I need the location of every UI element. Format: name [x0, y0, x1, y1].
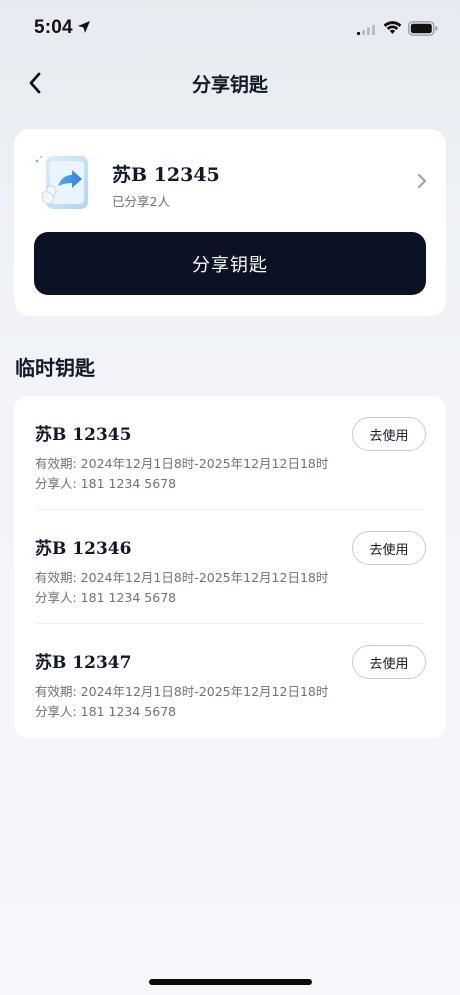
key-card-header[interactable]: 苏B 12345 已分享2人	[14, 129, 446, 229]
item-sharer: 分享人: 181 1234 5678	[35, 704, 177, 719]
use-button[interactable]: 去使用	[352, 417, 426, 451]
status-bar: 5:04	[0, 0, 460, 58]
list-item: 苏B 12347 有效期: 2024年12月1日8时-2025年12月12日18…	[14, 624, 446, 738]
list-item: 苏B 12346 有效期: 2024年12月1日8时-2025年12月12日18…	[14, 510, 446, 624]
item-validity: 有效期: 2024年12月1日8时-2025年12月12日18时	[35, 570, 329, 585]
item-sharer: 分享人: 181 1234 5678	[35, 590, 177, 605]
location-arrow-icon	[78, 21, 90, 33]
item-plate: 苏B 12345	[35, 425, 132, 445]
key-card: 苏B 12345 已分享2人 分享钥匙	[14, 129, 446, 316]
use-button[interactable]: 去使用	[352, 531, 426, 565]
wifi-icon	[383, 21, 402, 34]
use-button[interactable]: 去使用	[352, 645, 426, 679]
nav-bar: 分享钥匙	[0, 58, 460, 108]
share-key-button[interactable]: 分享钥匙	[34, 232, 426, 295]
item-plate: 苏B 12346	[35, 539, 132, 559]
plate-number: 苏B 12345	[112, 164, 220, 186]
shared-count: 已分享2人	[112, 194, 170, 209]
chevron-right-icon	[417, 173, 427, 189]
item-validity: 有效期: 2024年12月1日8时-2025年12月12日18时	[35, 684, 329, 699]
status-time: 5:04	[34, 17, 73, 38]
home-indicator	[149, 979, 312, 985]
battery-icon	[408, 21, 438, 36]
item-validity: 有效期: 2024年12月1日8时-2025年12月12日18时	[35, 456, 329, 471]
item-sharer: 分享人: 181 1234 5678	[35, 476, 177, 491]
phone-share-icon	[35, 156, 88, 209]
list-item: 苏B 12345 有效期: 2024年12月1日8时-2025年12月12日18…	[14, 396, 446, 510]
item-plate: 苏B 12347	[35, 653, 132, 673]
temp-keys-list: 苏B 12345 有效期: 2024年12月1日8时-2025年12月12日18…	[14, 396, 446, 738]
section-title-temp-keys: 临时钥匙	[15, 356, 95, 380]
page-title: 分享钥匙	[191, 74, 268, 96]
signal-icon	[357, 25, 375, 35]
